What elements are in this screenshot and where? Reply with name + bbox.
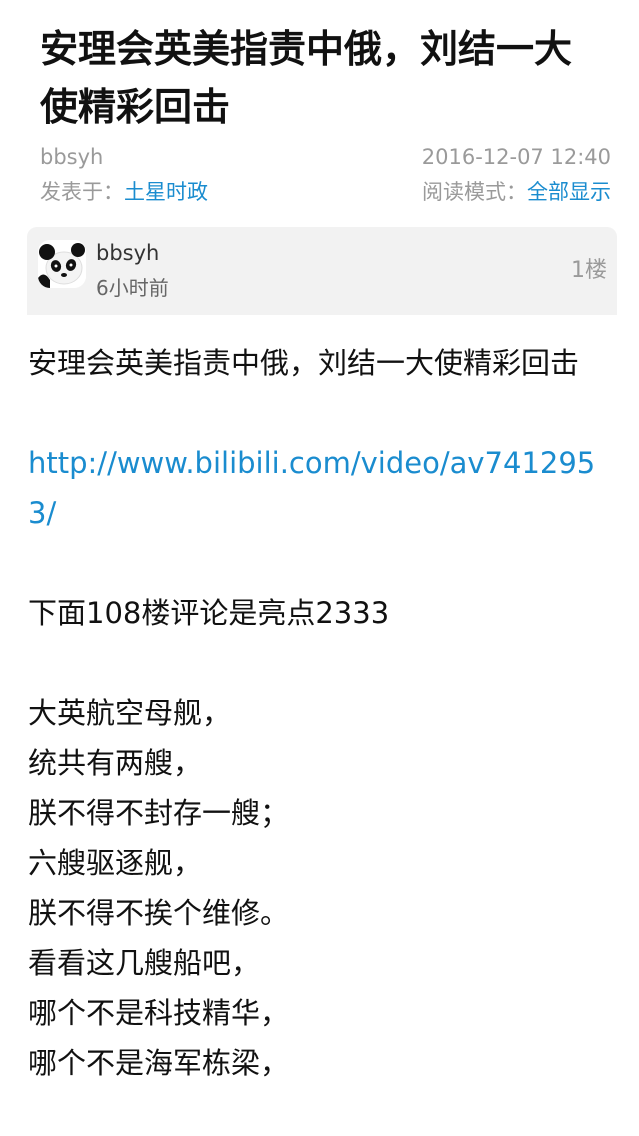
poem-line: 看看这几艘船吧，: [28, 946, 261, 980]
poem-line: 朕不得不封存一艘；: [28, 796, 290, 830]
forum-link[interactable]: 土星时政: [124, 180, 208, 204]
poem-line: 朕不得不挨个维修。: [28, 896, 290, 930]
highlight-text: 下面108楼评论是亮点2333: [28, 596, 390, 630]
post-content: 安理会英美指责中俄，刘结一大使精彩回击 http://www.bilibili.…: [28, 338, 612, 1088]
thread-page: 安理会英美指责中俄，刘结一大使精彩回击 bbsyh 2016-12-07 12:…: [0, 0, 639, 1136]
post-header: bbsyh 6小时前 1楼: [27, 227, 617, 315]
video-link[interactable]: http://www.bilibili.com/video/av7412953/: [28, 438, 612, 538]
read-mode-label: 阅读模式：: [422, 180, 527, 204]
poem-line: 大英航空母舰，: [28, 696, 232, 730]
posted-in-label: 发表于：: [40, 180, 124, 204]
panda-avatar-icon[interactable]: [38, 240, 86, 288]
read-mode-toggle[interactable]: 全部显示: [527, 180, 611, 204]
poem-line: 哪个不是海军栋梁，: [28, 1046, 290, 1080]
floor-number: 1楼: [571, 258, 607, 283]
poem-line: 哪个不是科技精华，: [28, 996, 290, 1030]
poem-line: 统共有两艘，: [28, 746, 203, 780]
post-heading: 安理会英美指责中俄，刘结一大使精彩回击: [28, 346, 580, 380]
thread-title: 安理会英美指责中俄，刘结一大使精彩回击: [40, 27, 573, 129]
post-author[interactable]: bbsyh: [96, 239, 159, 267]
poem-line: 六艘驱逐舰，: [28, 846, 203, 880]
post-time: 6小时前: [96, 276, 169, 300]
thread-author[interactable]: bbsyh: [40, 142, 103, 172]
panda-avatar-graphic: [38, 240, 86, 288]
thread-datetime: 2016-12-07 12:40: [421, 145, 611, 169]
read-mode: 阅读模式：全部显示: [422, 177, 611, 207]
meta-row-author: bbsyh 2016-12-07 12:40: [40, 142, 611, 172]
meta-row-forum: 发表于：土星时政 阅读模式：全部显示: [40, 177, 611, 207]
posted-in: 发表于：土星时政: [40, 177, 208, 207]
